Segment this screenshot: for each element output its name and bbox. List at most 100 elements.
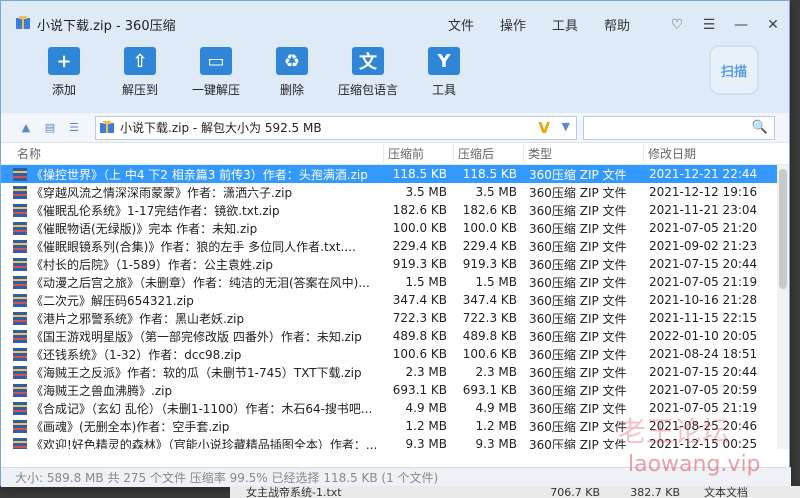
file-name: 《港片之邪警系统》作者：黑山老妖.zip [31,311,245,326]
file-compressed-size: 182.6 KB [462,203,517,217]
one-click-extract-button[interactable]: ▭ 一键解压 [178,47,254,113]
tools-label: 工具 [431,83,456,97]
file-name-cell: 《欢迎!好色精灵的森林》（官能小说珍藏精品插图全本）作者：... [1,436,383,450]
file-compressed-size: 229.4 KB [462,239,517,253]
zip-file-icon [13,167,27,181]
menu-help[interactable]: 帮助 [591,15,643,34]
table-row[interactable]: 《操控世界》（上 中4 下2 相亲篇3 前传3）作者：头孢满酒.zip 118.5… [1,165,789,183]
file-compressed-size: 1.5 MB [475,275,517,289]
file-name-cell: 《催眠物语(无绿版)》完本 作者：未知.zip [1,220,383,237]
file-name: 《国王游戏明星版》（第一部完修改版 四番外）作者：未知.zip [31,329,362,344]
file-date: 2021-09-02 21:23 [649,239,758,253]
path-field[interactable]: 小说下载.zip - 解包大小为 592.5 MB V ▼ [95,115,577,140]
file-type: 360压缩 ZIP 文件 [529,185,627,200]
menu-bar: 文件 操作 工具 帮助 ♡ ☰ — ✕ [435,15,789,35]
file-name: 《催眠物语(无绿版)》完本 作者：未知.zip [31,221,258,236]
file-date: 2021-12-12 19:16 [649,185,758,199]
zip-file-icon [13,383,27,397]
table-row[interactable]: 《国王游戏明星版》（第一部完修改版 四番外）作者：未知.zip 489.8 KB 4… [1,327,789,345]
one-click-extract-icon: ▭ [200,47,232,75]
file-compressed-size: 919.3 KB [462,257,517,271]
search-icon[interactable]: 🔍 [752,120,768,135]
file-date: 2021-07-15 20:44 [649,257,758,271]
file-type: 360压缩 ZIP 文件 [529,203,627,218]
title-bar: 小说下载.zip - 360压缩 文件 操作 工具 帮助 ♡ ☰ — ✕ [1,1,789,51]
file-compressed-size: 118.5 KB [462,167,517,181]
scrollbar-thumb[interactable] [779,169,787,289]
file-type: 360压缩 ZIP 文件 [529,383,627,398]
file-name-cell: 《催眠乱伦系统》1-17完结作者：镜欲.txt.zip [1,202,383,219]
view-icon[interactable]: ▤ [43,121,57,135]
menu-tools[interactable]: 工具 [539,15,591,34]
file-type: 360压缩 ZIP 文件 [529,257,627,272]
menu-file[interactable]: 文件 [435,15,487,34]
delete-button[interactable]: ♻ 删除 [254,47,330,113]
table-row[interactable]: 《动漫之后宫之旅》（未删章）作者：纯洁的无泪(答案在风中)... 1.5 MB 1.… [1,273,789,291]
table-row[interactable]: 《催眠眼镜系列(合集)》作者：狼的左手 多位同人作者.txt.... 229.4 … [1,237,789,255]
file-name-cell: 《穿越风流之情深深雨蒙蒙》作者：潇洒六子.zip [1,184,383,201]
file-type: 360压缩 ZIP 文件 [529,329,627,344]
column-type[interactable]: 类型 [523,145,643,162]
file-size: 1.5 MB [405,275,447,289]
skin-icon[interactable]: ♡ [661,17,693,33]
table-row[interactable]: 《还钱系统》（1-32）作者：dcc98.zip 100.6 KB 100.6 KB… [1,345,789,363]
watermark-text: 老王论坛 [618,415,731,448]
extract-to-button[interactable]: ⇧ 解压到 [102,47,178,113]
file-size: 347.4 KB [392,293,447,307]
language-icon: 文 [352,47,384,75]
file-type: 360压缩 ZIP 文件 [529,365,627,380]
list-header: 名称 压缩前 压缩后 类型 修改日期 [1,143,789,165]
file-date: 2021-07-05 21:19 [649,275,758,289]
table-row[interactable]: 《海贼王之兽血沸腾》.zip 693.1 KB 693.1 KB 360压缩 ZIP … [1,381,789,399]
list-view-icon[interactable]: ☰ [67,121,81,135]
chevron-down-icon[interactable]: ▼ [562,120,570,133]
tools-button[interactable]: Y 工具 [406,47,482,113]
zip-file-icon [13,347,27,361]
file-name-cell: 《二次元》解压码654321.zip [1,292,383,309]
file-compressed-size: 347.4 KB [462,293,517,307]
menu-operation[interactable]: 操作 [487,15,539,34]
path-text: 小说下载.zip - 解包大小为 592.5 MB [120,121,322,135]
delete-label: 删除 [279,83,304,97]
background-file-name: 女主战帝系统-1.txt [246,486,342,498]
up-icon[interactable]: ▲ [19,121,33,135]
file-size: 4.9 MB [405,401,447,415]
file-date: 2021-07-05 20:59 [649,383,758,397]
table-row[interactable]: 《港片之邪警系统》作者：黑山老妖.zip 722.3 KB 722.3 KB 360压… [1,309,789,327]
zip-file-icon [13,311,27,325]
table-row[interactable]: 《海贼王之反派》作者：软的瓜（未删节1-745）TXT下载.zip 2.3 MB 2… [1,363,789,381]
file-date: 2021-07-05 21:20 [649,221,758,235]
column-size[interactable]: 压缩前 [383,145,453,162]
add-button[interactable]: + 添加 [26,47,102,113]
verify-icon[interactable]: V [538,119,550,137]
file-date: 2021-11-15 22:15 [649,311,758,325]
menu-icon[interactable]: ☰ [693,17,725,33]
file-compressed-size: 4.9 MB [475,401,517,415]
minimize-icon[interactable]: — [725,17,757,33]
search-input[interactable]: 🔍 [583,115,775,140]
table-row[interactable]: 《催眠物语(无绿版)》完本 作者：未知.zip 100.0 KB 100.0 KB 3… [1,219,789,237]
close-icon[interactable]: ✕ [757,17,789,33]
file-name-cell: 《操控世界》（上 中4 下2 相亲篇3 前传3）作者：头孢满酒.zip [1,166,383,183]
one-click-extract-label: 一键解压 [191,83,240,97]
table-row[interactable]: 《穿越风流之情深深雨蒙蒙》作者：潇洒六子.zip 3.5 MB 3.5 MB 360压… [1,183,789,201]
column-name[interactable]: 名称 [1,145,383,162]
table-row[interactable]: 《村长的后院》（1-589）作者：公主袁姓.zip 919.3 KB 919.3 K… [1,255,789,273]
language-button[interactable]: 文 压缩包语言 [330,47,406,113]
scan-button[interactable]: 扫描 [709,45,759,95]
column-compressed[interactable]: 压缩后 [453,145,523,162]
file-name: 《动漫之后宫之旅》（未删章）作者：纯洁的无泪(答案在风中)... [31,275,370,290]
table-row[interactable]: 《催眠乱伦系统》1-17完结作者：镜欲.txt.zip 182.6 KB 182.6… [1,201,789,219]
file-compressed-size: 489.8 KB [462,329,517,343]
file-date: 2021-07-15 20:44 [649,365,758,379]
file-compressed-size: 100.6 KB [462,347,517,361]
file-size: 489.8 KB [392,329,447,343]
file-name: 《二次元》解压码654321.zip [31,293,194,308]
file-name: 《穿越风流之情深深雨蒙蒙》作者：潇洒六子.zip [31,185,293,200]
file-name: 《欢迎!好色精灵的森林》（官能小说珍藏精品插图全本）作者：... [31,437,378,450]
column-date[interactable]: 修改日期 [643,145,769,162]
file-size: 9.3 MB [405,437,447,449]
table-row[interactable]: 《二次元》解压码654321.zip 347.4 KB 347.4 KB 360压缩 … [1,291,789,309]
zip-file-icon [13,419,27,433]
delete-icon: ♻ [276,47,308,75]
